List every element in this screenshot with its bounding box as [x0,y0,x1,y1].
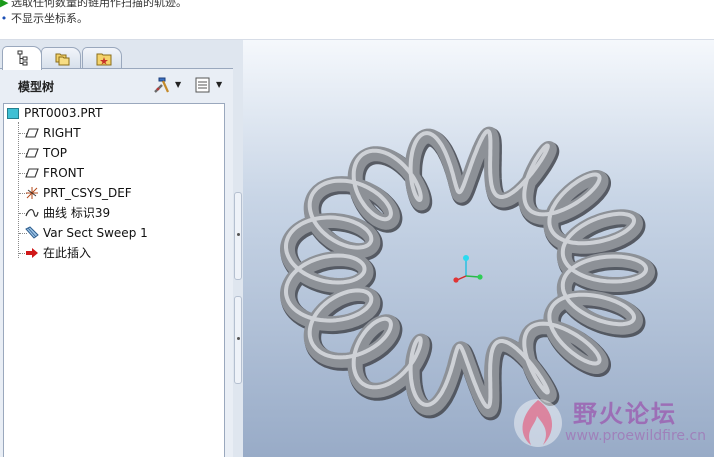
favorites-tab[interactable] [82,47,122,69]
tree-item-label: RIGHT [43,126,81,140]
curve-icon [25,209,39,217]
forum-watermark: 野火论坛 www.proewildfire.cn [503,390,714,457]
chevron-down-icon: ▼ [216,80,223,89]
tree-connector [18,122,19,258]
hammer-wrench-icon [154,77,170,93]
check-arrow-icon: ▶ [0,0,9,9]
star-folder-icon [96,53,112,66]
model-tree-tab[interactable] [2,46,42,70]
part-icon [7,108,19,119]
wildfire-logo-icon [514,399,562,447]
message-line: • 不显示坐标系。 [0,12,88,26]
tree-settings-button[interactable]: ▼ [193,75,225,95]
splitter-grip[interactable] [234,192,242,280]
coordinate-triad-icon [453,255,483,283]
tree-item-label: Var Sect Sweep 1 [43,226,148,240]
folder-browser-tab[interactable] [41,47,81,69]
tree-item-label: PRT_CSYS_DEF [43,186,132,200]
sweep-feature-icon [25,226,39,239]
tree-item-label: TOP [43,146,68,160]
folders-icon [55,53,70,66]
splitter-grip[interactable] [234,296,242,384]
watermark-url: www.proewildfire.cn [565,428,707,444]
tree-tools-button[interactable]: ▼ [152,75,184,95]
chevron-down-icon: ▼ [175,80,182,89]
navigator-panel: 模型树 ▼ ▼ PRT0003.PRT RIGHT TOP FRONT PRT_… [0,40,243,457]
tree-item-label: FRONT [43,166,84,180]
insert-here-arrow-icon [26,248,38,258]
tree-item-label: 在此插入 [43,246,92,260]
graphics-viewport[interactable]: 野火论坛 www.proewildfire.cn [243,40,714,457]
tree-structure-icon [17,50,28,66]
coordinate-system-icon [26,187,38,199]
list-settings-icon [195,77,210,93]
navigator-tabs [0,44,243,70]
model-tree-header: 模型树 ▼ ▼ [0,69,233,99]
datum-plane-icon [25,128,39,138]
tree-item-label: 曲线 标识39 [43,206,111,220]
panel-splitter[interactable] [233,68,243,457]
model-tree-panel: 模型树 ▼ ▼ PRT0003.PRT RIGHT TOP FRONT PRT_… [0,68,233,457]
model-tree: PRT0003.PRT RIGHT TOP FRONT PRT_CSYS_DEF… [3,103,225,457]
datum-plane-icon [25,148,39,158]
message-text: 不显示坐标系。 [11,12,88,25]
watermark-text: 野火论坛 [573,400,677,428]
message-area: ▶ 选取任何数量的链用作扫描的轨迹。 • 不显示坐标系。 [0,0,714,40]
message-line: ▶ 选取任何数量的链用作扫描的轨迹。 [0,0,187,10]
message-text: 选取任何数量的链用作扫描的轨迹。 [11,0,187,9]
tree-item-label: PRT0003.PRT [24,106,103,120]
bullet-icon: • [0,12,8,25]
datum-plane-icon [25,168,39,178]
model-tree-title: 模型树 [18,80,55,94]
